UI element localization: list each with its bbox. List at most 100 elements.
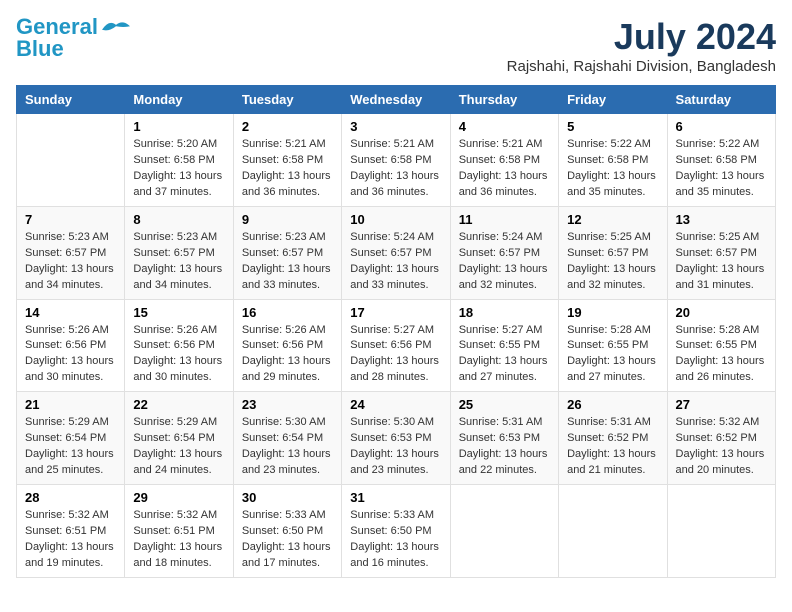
- day-number: 18: [459, 305, 550, 320]
- calendar-cell: 5Sunrise: 5:22 AMSunset: 6:58 PMDaylight…: [559, 114, 667, 207]
- day-number: 1: [133, 119, 224, 134]
- calendar-cell: 24Sunrise: 5:30 AMSunset: 6:53 PMDayligh…: [342, 392, 450, 485]
- day-content: Sunrise: 5:29 AMSunset: 6:54 PMDaylight:…: [25, 415, 116, 479]
- logo: General Blue: [16, 16, 130, 60]
- day-content: Sunrise: 5:24 AMSunset: 6:57 PMDaylight:…: [459, 230, 550, 294]
- day-content: Sunrise: 5:22 AMSunset: 6:58 PMDaylight:…: [567, 137, 658, 201]
- day-number: 7: [25, 212, 116, 227]
- weekday-header-saturday: Saturday: [667, 86, 775, 114]
- title-section: July 2024 Rajshahi, Rajshahi Division, B…: [507, 16, 776, 75]
- day-content: Sunrise: 5:23 AMSunset: 6:57 PMDaylight:…: [133, 230, 224, 294]
- day-number: 23: [242, 397, 333, 412]
- calendar-cell: 20 Sunrise: 5:28 AMSunset: 6:55 PMDayligh…: [667, 299, 775, 392]
- day-content: Sunrise: 5:21 AMSunset: 6:58 PMDaylight:…: [350, 137, 441, 201]
- calendar-cell: 8 Sunrise: 5:23 AMSunset: 6:57 PMDaylight…: [125, 206, 233, 299]
- day-content: Sunrise: 5:20 AMSunset: 6:58 PMDaylight:…: [133, 137, 224, 201]
- calendar-cell: 30Sunrise: 5:33 AMSunset: 6:50 PMDayligh…: [233, 485, 341, 578]
- week-row-3: 14 Sunrise: 5:26 AMSunset: 6:56 PMDayligh…: [17, 299, 776, 392]
- week-row-4: 21 Sunrise: 5:29 AMSunset: 6:54 PMDayligh…: [17, 392, 776, 485]
- week-row-1: 1 Sunrise: 5:20 AMSunset: 6:58 PMDaylight…: [17, 114, 776, 207]
- calendar-cell: 18 Sunrise: 5:27 AMSunset: 6:55 PMDayligh…: [450, 299, 558, 392]
- day-number: 4: [459, 119, 550, 134]
- calendar-cell: 27Sunrise: 5:32 AMSunset: 6:52 PMDayligh…: [667, 392, 775, 485]
- day-content: Sunrise: 5:31 AMSunset: 6:53 PMDaylight:…: [459, 415, 550, 479]
- weekday-header-monday: Monday: [125, 86, 233, 114]
- calendar-cell: 11 Sunrise: 5:24 AMSunset: 6:57 PMDayligh…: [450, 206, 558, 299]
- day-content: Sunrise: 5:26 AMSunset: 6:56 PMDaylight:…: [25, 323, 116, 387]
- day-content: Sunrise: 5:21 AMSunset: 6:58 PMDaylight:…: [242, 137, 333, 201]
- weekday-header-tuesday: Tuesday: [233, 86, 341, 114]
- day-number: 12: [567, 212, 658, 227]
- day-number: 27: [676, 397, 767, 412]
- weekday-header-wednesday: Wednesday: [342, 86, 450, 114]
- day-content: Sunrise: 5:22 AMSunset: 6:58 PMDaylight:…: [676, 137, 767, 201]
- day-content: Sunrise: 5:32 AMSunset: 6:51 PMDaylight:…: [133, 508, 224, 572]
- day-number: 28: [25, 490, 116, 505]
- weekday-header-thursday: Thursday: [450, 86, 558, 114]
- calendar-cell: 3 Sunrise: 5:21 AMSunset: 6:58 PMDaylight…: [342, 114, 450, 207]
- calendar-cell: 25 Sunrise: 5:31 AMSunset: 6:53 PMDayligh…: [450, 392, 558, 485]
- calendar-cell: 26 Sunrise: 5:31 AMSunset: 6:52 PMDayligh…: [559, 392, 667, 485]
- header: General Blue July 2024 Rajshahi, Rajshah…: [16, 16, 776, 75]
- day-number: 25: [459, 397, 550, 412]
- day-number: 26: [567, 397, 658, 412]
- calendar-table: SundayMondayTuesdayWednesdayThursdayFrid…: [16, 85, 776, 578]
- calendar-cell: 12Sunrise: 5:25 AMSunset: 6:57 PMDayligh…: [559, 206, 667, 299]
- calendar-cell: [17, 114, 125, 207]
- day-number: 14: [25, 305, 116, 320]
- calendar-cell: 23 Sunrise: 5:30 AMSunset: 6:54 PMDayligh…: [233, 392, 341, 485]
- calendar-cell: 29 Sunrise: 5:32 AMSunset: 6:51 PMDayligh…: [125, 485, 233, 578]
- calendar-cell: 19Sunrise: 5:28 AMSunset: 6:55 PMDayligh…: [559, 299, 667, 392]
- day-number: 3: [350, 119, 441, 134]
- day-number: 10: [350, 212, 441, 227]
- calendar-cell: 9 Sunrise: 5:23 AMSunset: 6:57 PMDaylight…: [233, 206, 341, 299]
- day-number: 6: [676, 119, 767, 134]
- calendar-cell: [667, 485, 775, 578]
- day-number: 31: [350, 490, 441, 505]
- day-number: 11: [459, 212, 550, 227]
- day-content: Sunrise: 5:23 AMSunset: 6:57 PMDaylight:…: [25, 230, 116, 294]
- location: Rajshahi, Rajshahi Division, Bangladesh: [507, 58, 776, 75]
- calendar-cell: 13Sunrise: 5:25 AMSunset: 6:57 PMDayligh…: [667, 206, 775, 299]
- day-number: 13: [676, 212, 767, 227]
- day-content: Sunrise: 5:28 AMSunset: 6:55 PMDaylight:…: [567, 323, 658, 387]
- day-content: Sunrise: 5:31 AMSunset: 6:52 PMDaylight:…: [567, 415, 658, 479]
- day-content: Sunrise: 5:33 AMSunset: 6:50 PMDaylight:…: [242, 508, 333, 572]
- day-number: 8: [133, 212, 224, 227]
- calendar-cell: 2 Sunrise: 5:21 AMSunset: 6:58 PMDaylight…: [233, 114, 341, 207]
- day-number: 15: [133, 305, 224, 320]
- day-content: Sunrise: 5:23 AMSunset: 6:57 PMDaylight:…: [242, 230, 333, 294]
- calendar-cell: 6 Sunrise: 5:22 AMSunset: 6:58 PMDaylight…: [667, 114, 775, 207]
- day-number: 20: [676, 305, 767, 320]
- day-content: Sunrise: 5:26 AMSunset: 6:56 PMDaylight:…: [133, 323, 224, 387]
- calendar-cell: 15 Sunrise: 5:26 AMSunset: 6:56 PMDayligh…: [125, 299, 233, 392]
- day-number: 9: [242, 212, 333, 227]
- day-content: Sunrise: 5:27 AMSunset: 6:55 PMDaylight:…: [459, 323, 550, 387]
- logo-bird-icon: [102, 19, 130, 37]
- week-row-5: 28 Sunrise: 5:32 AMSunset: 6:51 PMDayligh…: [17, 485, 776, 578]
- calendar-cell: 7 Sunrise: 5:23 AMSunset: 6:57 PMDaylight…: [17, 206, 125, 299]
- day-number: 2: [242, 119, 333, 134]
- day-content: Sunrise: 5:33 AMSunset: 6:50 PMDaylight:…: [350, 508, 441, 572]
- calendar-cell: 21 Sunrise: 5:29 AMSunset: 6:54 PMDayligh…: [17, 392, 125, 485]
- week-row-2: 7 Sunrise: 5:23 AMSunset: 6:57 PMDaylight…: [17, 206, 776, 299]
- calendar-cell: [450, 485, 558, 578]
- calendar-cell: 16 Sunrise: 5:26 AMSunset: 6:56 PMDayligh…: [233, 299, 341, 392]
- day-content: Sunrise: 5:29 AMSunset: 6:54 PMDaylight:…: [133, 415, 224, 479]
- day-content: Sunrise: 5:27 AMSunset: 6:56 PMDaylight:…: [350, 323, 441, 387]
- day-content: Sunrise: 5:26 AMSunset: 6:56 PMDaylight:…: [242, 323, 333, 387]
- day-content: Sunrise: 5:28 AMSunset: 6:55 PMDaylight:…: [676, 323, 767, 387]
- day-number: 21: [25, 397, 116, 412]
- weekday-header-row: SundayMondayTuesdayWednesdayThursdayFrid…: [17, 86, 776, 114]
- day-content: Sunrise: 5:30 AMSunset: 6:54 PMDaylight:…: [242, 415, 333, 479]
- calendar-cell: 1 Sunrise: 5:20 AMSunset: 6:58 PMDaylight…: [125, 114, 233, 207]
- day-number: 29: [133, 490, 224, 505]
- logo-text: General Blue: [16, 16, 98, 60]
- day-number: 16: [242, 305, 333, 320]
- day-number: 24: [350, 397, 441, 412]
- day-content: Sunrise: 5:32 AMSunset: 6:51 PMDaylight:…: [25, 508, 116, 572]
- calendar-cell: [559, 485, 667, 578]
- month-year: July 2024: [507, 16, 776, 58]
- calendar-cell: 28 Sunrise: 5:32 AMSunset: 6:51 PMDayligh…: [17, 485, 125, 578]
- calendar-cell: 22Sunrise: 5:29 AMSunset: 6:54 PMDayligh…: [125, 392, 233, 485]
